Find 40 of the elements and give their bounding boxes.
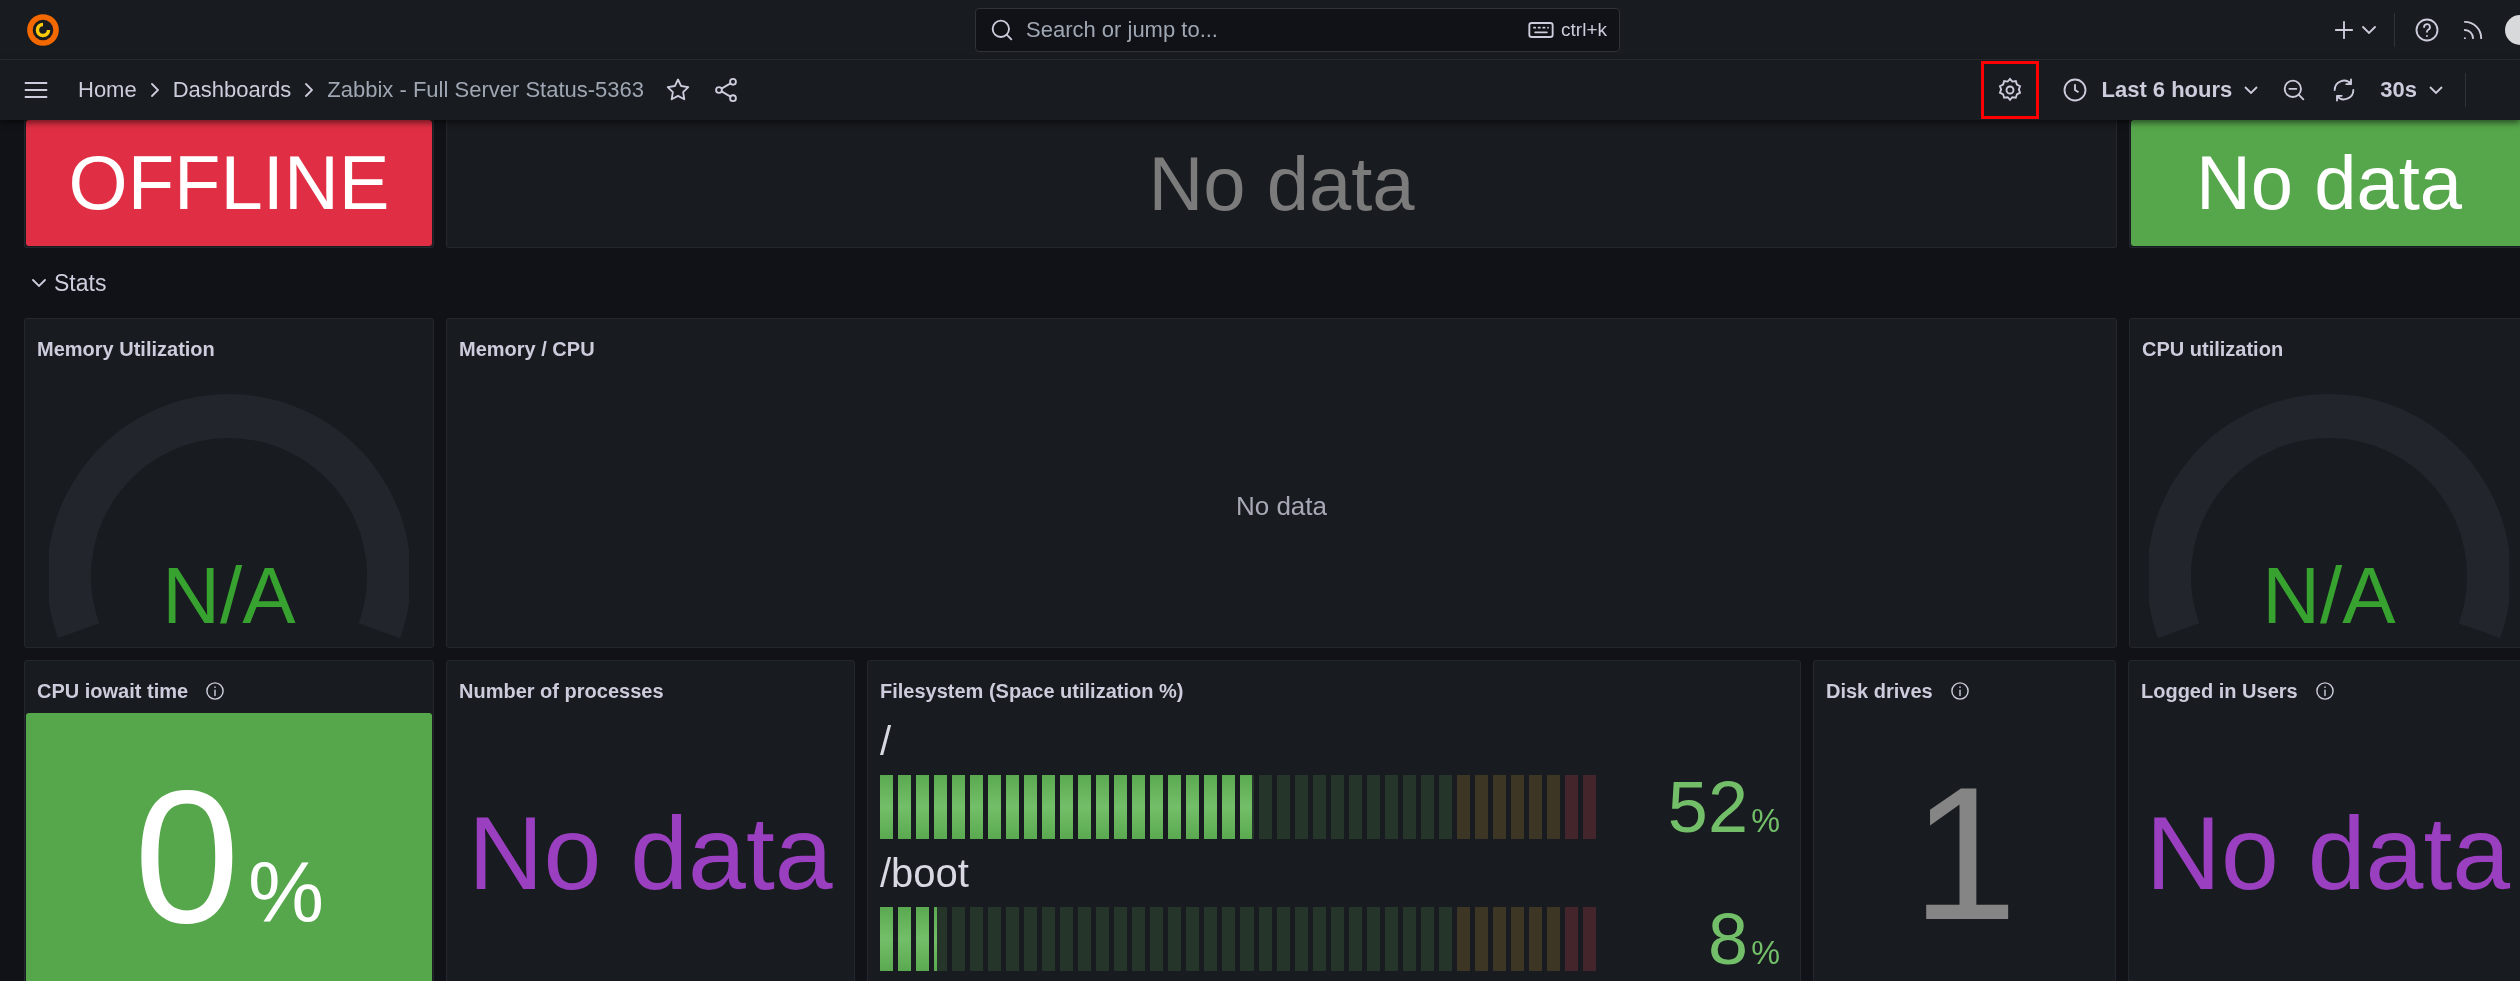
panel-value: N/A <box>161 556 297 636</box>
settings-button[interactable] <box>1981 61 2040 119</box>
caret-icon <box>2429 86 2443 94</box>
chevron-down-icon[interactable] <box>32 279 46 287</box>
panel-value: No data <box>468 801 833 905</box>
panel-value: No data <box>1148 145 1415 222</box>
bar-label: /boot <box>880 850 970 897</box>
panel-title: Number of processes <box>459 679 664 703</box>
time-range-picker[interactable]: Last 6 hours <box>2061 76 2259 104</box>
info-icon[interactable] <box>206 682 225 700</box>
shortcut-hint: ctrl+k <box>1561 18 1607 41</box>
no-data-message: No data <box>1235 490 1328 522</box>
panel-title: Memory / CPU <box>459 337 595 361</box>
search-field[interactable]: Search or jump to... ctrl+k <box>975 7 1620 52</box>
caret-icon <box>2244 86 2259 94</box>
panel-title: Filesystem (Space utilization %) <box>880 679 1184 703</box>
panel-title: Logged in Users <box>2141 679 2298 703</box>
breadcrumb-link[interactable]: Zabbix - Full Server Status-5363 <box>327 77 645 103</box>
panel-title: Memory Utilization <box>37 337 215 361</box>
bar-label: / <box>880 718 893 765</box>
chevron-right-icon <box>150 83 159 97</box>
chevron-right-icon <box>305 83 314 97</box>
info-icon[interactable] <box>1950 682 1969 700</box>
panel-value: OFFLINE <box>68 145 390 221</box>
info-icon[interactable] <box>2315 682 2334 700</box>
panel-title: CPU utilization <box>2142 337 2284 361</box>
bar-value: 8% <box>1706 903 1780 975</box>
breadcrumb-link[interactable]: Dashboards <box>172 77 292 103</box>
section-title[interactable]: Stats <box>54 269 107 297</box>
caret-icon[interactable] <box>2362 25 2376 34</box>
panel-value: No data <box>2145 801 2511 905</box>
panel-value: 0% <box>133 760 325 951</box>
panel-value: N/A <box>2261 556 2397 636</box>
panel-value: No data <box>2195 145 2463 221</box>
panel-value: 1 <box>1911 758 2018 948</box>
panel-title: Disk drives <box>1826 679 1933 703</box>
breadcrumb-link[interactable]: Home <box>78 77 137 103</box>
refresh-interval-picker[interactable]: 30s <box>2380 77 2443 103</box>
panel-title: CPU iowait time <box>37 679 189 703</box>
bar-value: 52% <box>1666 771 1780 843</box>
